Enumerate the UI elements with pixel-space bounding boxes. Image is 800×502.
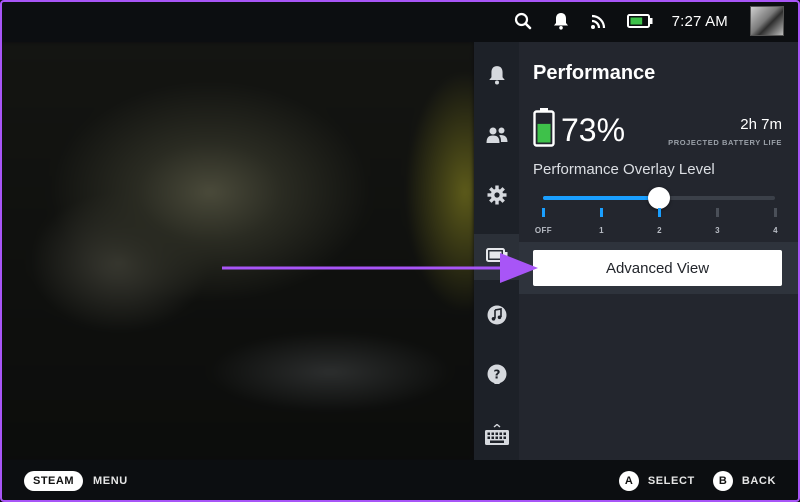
battery-time-left: 2h 7m <box>740 116 782 133</box>
rail-settings[interactable] <box>474 174 519 220</box>
rail-keyboard[interactable] <box>474 414 519 460</box>
overlay-level-slider[interactable] <box>543 187 775 209</box>
battery-time-caption: PROJECTED BATTERY LIFE <box>668 138 782 147</box>
battery-icon[interactable] <box>626 10 654 32</box>
user-avatar[interactable] <box>750 6 784 36</box>
overlay-tick-label: 3 <box>715 226 720 235</box>
performance-panel: Performance 73% 2h 7m PROJECTED BATTERY … <box>519 42 800 460</box>
annotation-arrow-icon <box>222 253 538 283</box>
slider-knob[interactable] <box>648 187 670 209</box>
settings-icon <box>487 185 507 210</box>
steam-button[interactable]: STEAM <box>24 471 83 491</box>
status-bar: 7:27 AM <box>0 0 800 42</box>
overlay-tick-label: 2 <box>657 226 662 235</box>
battery-level-icon <box>533 107 555 152</box>
friends-icon <box>486 126 508 149</box>
overlay-tick <box>542 208 545 217</box>
overlay-tick-label: 1 <box>599 226 604 235</box>
select-hint-label: SELECT <box>647 475 695 487</box>
music-icon <box>487 305 507 330</box>
b-button-glyph[interactable]: B <box>712 471 733 491</box>
clock-time: 7:27 AM <box>671 12 728 30</box>
notification-bell-icon[interactable] <box>550 10 572 32</box>
keyboard-icon <box>484 423 510 451</box>
panel-title: Performance <box>533 62 656 84</box>
overlay-tick <box>600 208 603 217</box>
overlay-tick <box>774 208 777 217</box>
battery-percent: 73% <box>561 112 626 148</box>
rail-help[interactable]: ? <box>474 354 519 400</box>
controller-hints: A SELECT B BACK <box>618 471 776 491</box>
help-icon: ? <box>487 364 507 391</box>
overlay-tick-label: OFF <box>534 226 553 235</box>
overlay-tick-label: 4 <box>773 226 778 235</box>
search-icon[interactable] <box>512 10 534 32</box>
notifications-icon <box>488 65 506 90</box>
rail-notifications[interactable] <box>474 54 519 100</box>
overlay-tick <box>716 208 719 217</box>
wifi-icon[interactable] <box>588 10 610 32</box>
svg-text:?: ? <box>493 367 500 381</box>
overlay-level-label: Performance Overlay Level <box>533 161 715 178</box>
rail-music[interactable] <box>474 294 519 340</box>
overlay-tick <box>658 208 661 217</box>
advanced-view-row: Advanced View <box>519 242 800 294</box>
back-hint-label: BACK <box>741 475 776 487</box>
rail-friends[interactable] <box>474 114 519 160</box>
advanced-view-button[interactable]: Advanced View <box>533 250 782 286</box>
menu-hint-label: MENU <box>93 475 128 487</box>
bottom-hint-bar: STEAM MENU A SELECT B BACK <box>0 460 800 502</box>
overlay-level-ticks: OFF 1 2 3 4 <box>535 208 778 238</box>
slider-fill <box>543 196 659 200</box>
a-button-glyph[interactable]: A <box>618 471 639 491</box>
